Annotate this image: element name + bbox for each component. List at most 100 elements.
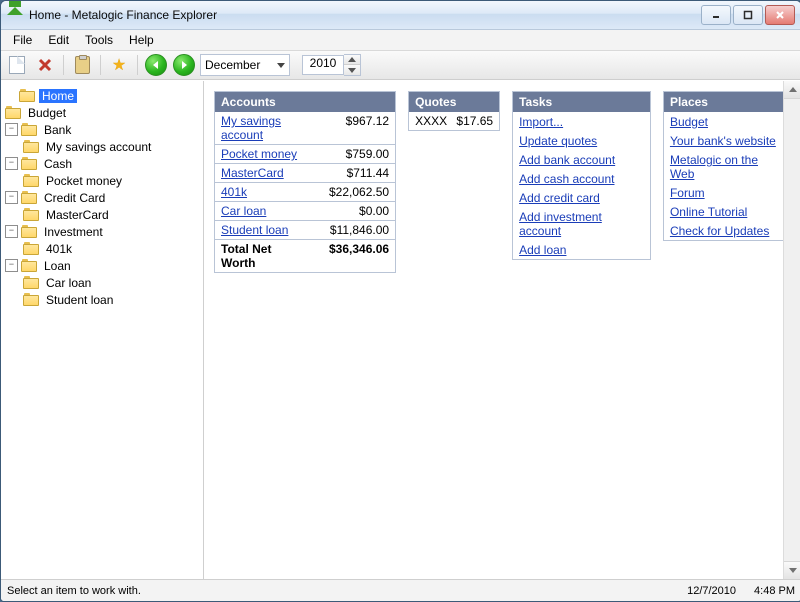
tree-node-bank[interactable]: − Bank <box>3 121 201 138</box>
vertical-scrollbar[interactable] <box>783 81 800 579</box>
folder-icon <box>23 140 39 153</box>
tree-label: Loan <box>41 259 74 273</box>
tree-node-cash[interactable]: − Cash <box>3 155 201 172</box>
collapse-icon[interactable]: − <box>5 123 18 136</box>
close-button[interactable] <box>765 5 795 25</box>
tree-node-pocket[interactable]: Pocket money <box>21 172 201 189</box>
navigation-tree: Home Budget − Bank <box>1 81 204 579</box>
task-link-add-cash[interactable]: Add cash account <box>513 169 650 188</box>
menu-edit[interactable]: Edit <box>40 31 77 49</box>
new-button[interactable] <box>5 53 29 77</box>
paste-button[interactable] <box>70 53 94 77</box>
maximize-button[interactable] <box>733 5 763 25</box>
month-dropdown-value: December <box>205 58 260 72</box>
task-link-add-credit[interactable]: Add credit card <box>513 188 650 207</box>
toolbar: ★ December 2010 <box>1 51 800 80</box>
scroll-up-button[interactable] <box>784 81 800 99</box>
favorite-button[interactable]: ★ <box>107 53 131 77</box>
status-time: 4:48 PM <box>754 585 795 597</box>
folder-icon <box>5 106 21 119</box>
delete-x-icon <box>38 58 52 72</box>
place-link-updates[interactable]: Check for Updates <box>664 221 790 240</box>
status-date: 12/7/2010 <box>687 585 736 597</box>
menu-file[interactable]: File <box>5 31 40 49</box>
chevron-down-icon <box>277 61 285 69</box>
panel-header-tasks: Tasks <box>513 92 650 112</box>
app-window: Home - Metalogic Finance Explorer File E… <box>0 0 800 602</box>
tree-node-401k[interactable]: 401k <box>21 240 201 257</box>
delete-button[interactable] <box>33 53 57 77</box>
tree-label: Bank <box>41 123 74 137</box>
task-link-add-bank[interactable]: Add bank account <box>513 150 650 169</box>
task-link-add-loan[interactable]: Add loan <box>513 240 650 259</box>
tree-label: Investment <box>41 225 106 239</box>
tree-label: Credit Card <box>41 191 108 205</box>
place-link-metalogic-web[interactable]: Metalogic on the Web <box>664 150 790 183</box>
minimize-button[interactable] <box>701 5 731 25</box>
tree-label: 401k <box>43 242 75 256</box>
menu-tools[interactable]: Tools <box>77 31 121 49</box>
place-link-forum[interactable]: Forum <box>664 183 790 202</box>
place-link-bank-website[interactable]: Your bank's website <box>664 131 790 150</box>
back-button[interactable] <box>144 53 168 77</box>
panel-header-accounts: Accounts <box>215 92 395 112</box>
toolbar-separator <box>63 55 64 75</box>
account-link[interactable]: My savings account <box>221 114 309 142</box>
task-link-import[interactable]: Import... <box>513 112 650 131</box>
tree-label: Cash <box>41 157 75 171</box>
panel-header-quotes: Quotes <box>409 92 499 112</box>
quote-symbol: XXXX <box>415 114 447 128</box>
new-document-icon <box>9 56 25 74</box>
back-arrow-icon <box>145 54 167 76</box>
task-link-update-quotes[interactable]: Update quotes <box>513 131 650 150</box>
panel-places: Places Budget Your bank's website Metalo… <box>663 91 791 241</box>
tree-node-budget[interactable]: Budget <box>3 104 201 121</box>
status-bar: Select an item to work with. 12/7/2010 4… <box>1 579 800 601</box>
folder-icon <box>21 191 37 204</box>
collapse-icon[interactable]: − <box>5 157 18 170</box>
year-spinner <box>344 54 361 76</box>
menu-help[interactable]: Help <box>121 31 162 49</box>
year-spin-down[interactable] <box>344 65 360 75</box>
menu-bar: File Edit Tools Help <box>1 30 800 51</box>
tree-label: Car loan <box>43 276 94 290</box>
scroll-down-button[interactable] <box>784 561 800 579</box>
tree-node-car-loan[interactable]: Car loan <box>21 274 201 291</box>
client-area: Home Budget − Bank <box>1 80 800 579</box>
folder-icon <box>23 293 39 306</box>
place-link-budget[interactable]: Budget <box>664 112 790 131</box>
account-link[interactable]: MasterCard <box>221 166 284 180</box>
collapse-icon[interactable]: − <box>5 259 18 272</box>
expander-placeholder <box>5 90 16 101</box>
tree-node-investment[interactable]: − Investment <box>3 223 201 240</box>
toolbar-separator <box>100 55 101 75</box>
tree-node-savings[interactable]: My savings account <box>21 138 201 155</box>
account-link[interactable]: Car loan <box>221 204 266 218</box>
year-input[interactable]: 2010 <box>302 55 344 75</box>
month-dropdown[interactable]: December <box>200 54 290 76</box>
collapse-icon[interactable]: − <box>5 225 18 238</box>
account-link[interactable]: Student loan <box>221 223 288 237</box>
folder-icon <box>23 208 39 221</box>
task-link-add-investment[interactable]: Add investment account <box>513 207 650 240</box>
folder-icon <box>23 276 39 289</box>
folder-icon <box>21 259 37 272</box>
tree-node-mastercard[interactable]: MasterCard <box>21 206 201 223</box>
folder-icon <box>19 89 35 102</box>
tree-label: My savings account <box>43 140 154 154</box>
collapse-icon[interactable]: − <box>5 191 18 204</box>
account-value: $967.12 <box>309 114 389 142</box>
account-link[interactable]: Pocket money <box>221 147 297 161</box>
tree-node-student-loan[interactable]: Student loan <box>21 291 201 308</box>
year-spin-up[interactable] <box>344 55 360 65</box>
forward-button[interactable] <box>172 53 196 77</box>
chevron-up-icon <box>348 57 356 62</box>
account-link[interactable]: 401k <box>221 185 247 199</box>
panel-header-places: Places <box>664 92 790 112</box>
status-hint: Select an item to work with. <box>7 585 141 597</box>
tree-node-home[interactable]: Home <box>3 87 201 104</box>
total-label: Total Net Worth <box>221 242 309 270</box>
tree-node-credit[interactable]: − Credit Card <box>3 189 201 206</box>
place-link-tutorial[interactable]: Online Tutorial <box>664 202 790 221</box>
tree-node-loan[interactable]: − Loan <box>3 257 201 274</box>
